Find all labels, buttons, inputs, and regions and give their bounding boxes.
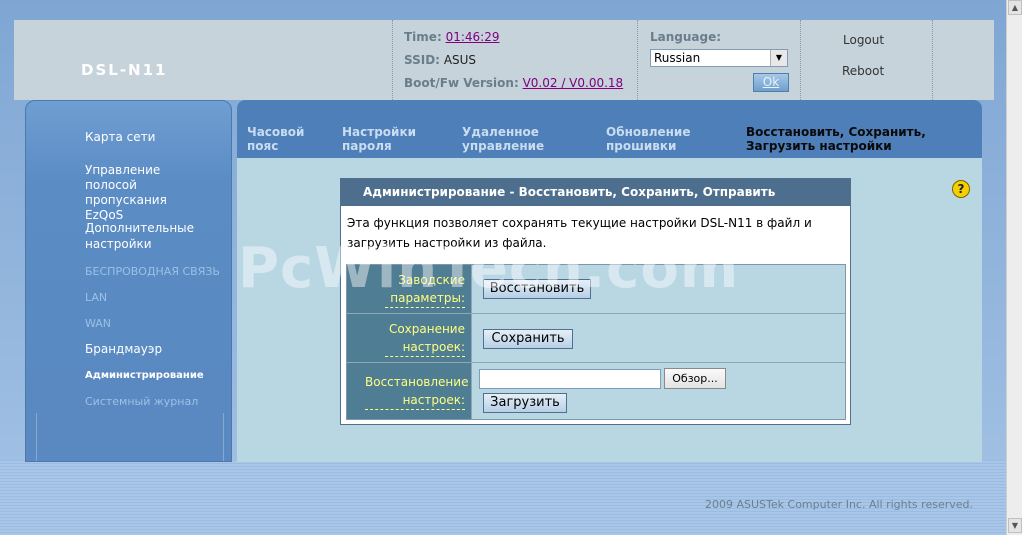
vertical-scrollbar[interactable]: ▲ ▼ [1006, 0, 1022, 535]
sidebar-item-ezqos[interactable]: Управление полосой пропускания EzQoS [85, 163, 205, 223]
header-divider [932, 20, 933, 100]
sidebar-item-administration[interactable]: Администрирование [85, 368, 204, 383]
row-label-cell: Сохранение настроек: [347, 314, 472, 362]
table-row: Восстановление настроек: Обзор... Загруз… [347, 363, 845, 419]
language-value: Russian [654, 51, 701, 65]
tab-restore-save-upload[interactable]: Восстановить, Сохранить, Загрузить настр… [746, 125, 946, 153]
time-link[interactable]: 01:46:29 [446, 30, 500, 44]
tab-bar: Часовой пояс Настройки пароля Удаленное … [237, 100, 982, 158]
logout-link[interactable]: Logout [843, 33, 884, 47]
save-button[interactable]: Сохранить [483, 329, 573, 349]
file-path-input[interactable] [479, 369, 661, 389]
header-bar: DSL-N11 Time: 01:46:29 SSID: ASUS Boot/F… [14, 20, 994, 100]
table-row: Сохранение настроек: Сохранить [347, 314, 845, 363]
upload-button[interactable]: Загрузить [483, 393, 567, 413]
scroll-down-icon[interactable]: ▼ [1008, 518, 1022, 533]
tab-remote-management[interactable]: Удаленное управление [462, 125, 582, 153]
settings-panel: Администрирование - Восстановить, Сохран… [340, 178, 851, 425]
language-label: Language: [650, 30, 722, 44]
time-label: Time: [404, 30, 442, 44]
product-logo: DSL-N11 [81, 61, 168, 79]
header-divider [392, 20, 393, 100]
sidebar-item-lan[interactable]: LAN [85, 290, 107, 305]
row-label-cell: Восстановление настроек: [347, 363, 472, 419]
panel-title: Администрирование - Восстановить, Сохран… [341, 179, 850, 226]
watermark: PcWinTech.com [238, 236, 740, 301]
reboot-link[interactable]: Reboot [842, 64, 884, 78]
tab-firmware-upgrade[interactable]: Обновление прошивки [606, 125, 726, 153]
language-select[interactable]: Russian ▼ [650, 49, 788, 67]
sidebar-divider [36, 413, 224, 461]
sidebar-item-wireless[interactable]: БЕСПРОВОДНАЯ СВЯЗЬ [85, 264, 220, 279]
sidebar-item-network-map[interactable]: Карта сети [85, 130, 155, 145]
tab-password[interactable]: Настройки пароля [342, 125, 442, 153]
tab-time-zone[interactable]: Часовой пояс [247, 125, 327, 153]
sidebar-item-system-log[interactable]: Системный журнал [85, 394, 198, 409]
save-settings-label: Сохранение настроек: [385, 320, 465, 357]
sidebar-item-firewall[interactable]: Брандмауэр [85, 342, 162, 357]
question-icon[interactable]: ? [952, 180, 970, 198]
ssid-row: SSID: ASUS [404, 53, 476, 67]
ssid-value: ASUS [443, 53, 477, 67]
ssid-label: SSID: [404, 53, 440, 67]
language-ok-button[interactable]: Ok [753, 73, 789, 92]
header-divider [800, 20, 801, 100]
browse-button[interactable]: Обзор... [664, 368, 726, 389]
scroll-up-icon[interactable]: ▲ [1008, 0, 1022, 15]
header-divider [637, 20, 638, 100]
copyright-footer: 2009 ASUSTek Computer Inc. All rights re… [705, 498, 973, 511]
firmware-link[interactable]: V0.02 / V0.00.18 [523, 76, 624, 90]
time-row: Time: 01:46:29 [404, 30, 499, 44]
sidebar-item-advanced[interactable]: Дополнительные настройки [85, 220, 205, 252]
sidebar: Карта сети Управление полосой пропускани… [25, 100, 232, 462]
chevron-down-icon[interactable]: ▼ [770, 50, 787, 66]
restore-settings-label: Восстановление настроек: [365, 373, 468, 410]
firmware-label: Boot/Fw Version: [404, 76, 519, 90]
firmware-row: Boot/Fw Version: V0.02 / V0.00.18 [404, 76, 623, 90]
sidebar-item-wan[interactable]: WAN [85, 316, 111, 331]
